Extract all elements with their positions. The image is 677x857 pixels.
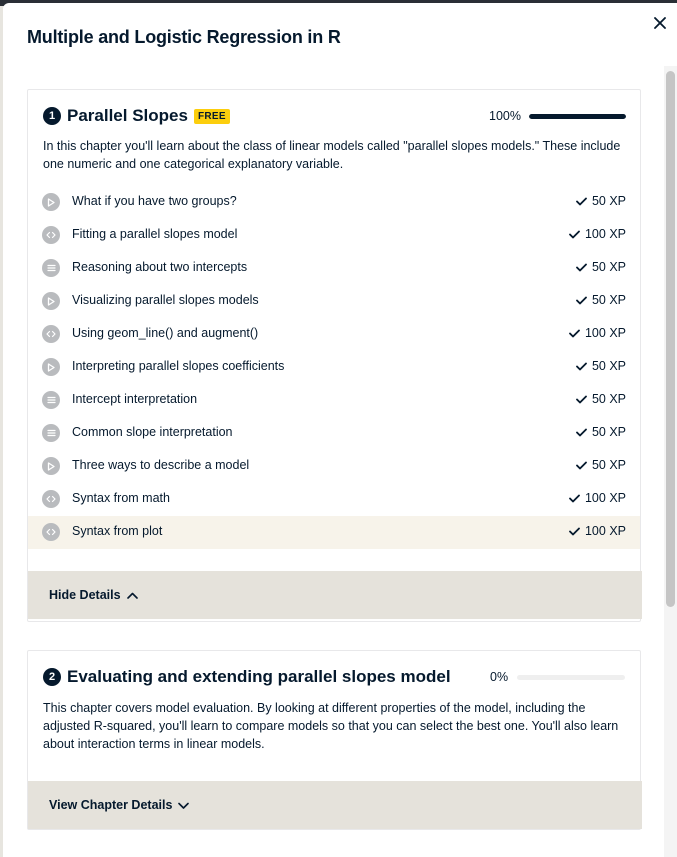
exercise-row[interactable]: Syntax from math 100 XP [28, 483, 640, 516]
exercise-row[interactable]: Interpreting parallel slopes coefficient… [28, 351, 640, 384]
exercise-name: Intercept interpretation [72, 392, 198, 406]
exercise-name: What if you have two groups? [72, 194, 237, 208]
xp-value: 100 XP [584, 491, 626, 505]
exercise-name: Interpreting parallel slopes coefficient… [72, 359, 285, 373]
multiple-choice-icon [42, 391, 60, 409]
xp-value: 100 XP [584, 524, 626, 538]
exercise-row[interactable]: Fitting a parallel slopes model 100 XP [28, 219, 640, 252]
exercise-name: Common slope interpretation [72, 425, 233, 439]
exercise-xp: 50 XP [576, 293, 626, 307]
progress-bar [517, 674, 626, 680]
checkmark-icon [576, 197, 587, 205]
checkmark-icon [569, 527, 580, 535]
exercise-name: Syntax from plot [72, 524, 163, 538]
close-button[interactable] [648, 11, 672, 35]
exercise-xp: 100 XP [569, 326, 626, 340]
modal-title: Multiple and Logistic Regression in R [27, 27, 341, 47]
code-icon [42, 523, 60, 541]
code-icon [42, 325, 60, 343]
chapter-card: 1 Parallel Slopes FREE 100% In this chap… [27, 89, 642, 622]
exercise-name: Reasoning about two intercepts [72, 260, 248, 274]
chapter-number: 2 [43, 668, 61, 686]
exercise-row[interactable]: Using geom_line() and augment() 100 XP [28, 318, 640, 351]
details-label: View Chapter Details [49, 798, 173, 812]
free-badge: FREE [193, 108, 230, 124]
checkmark-icon [576, 395, 587, 403]
course-outline-modal: Multiple and Logistic Regression in R 1 … [3, 3, 677, 857]
exercise-name: Three ways to describe a model [72, 458, 250, 472]
exercise-xp: 50 XP [576, 392, 626, 406]
exercise-xp: 50 XP [576, 458, 626, 472]
code-icon [42, 226, 60, 244]
exercise-xp: 50 XP [576, 260, 626, 274]
multiple-choice-icon [42, 259, 60, 277]
exercise-row[interactable]: Visualizing parallel slopes models 50 XP [28, 285, 640, 318]
progress-label: 0% [490, 670, 509, 684]
video-icon [42, 457, 60, 475]
chapter-card: 2 Evaluating and extending parallel slop… [27, 650, 642, 830]
checkmark-icon [576, 263, 587, 271]
checkmark-icon [569, 230, 580, 238]
exercise-list: What if you have two groups? 50 XP Fitting… [28, 186, 640, 549]
details-label: Hide Details [49, 588, 121, 602]
chapter-progress: 0% [490, 667, 626, 687]
checkmark-icon [576, 296, 587, 304]
chapter-title[interactable]: Parallel Slopes [67, 106, 188, 126]
exercise-row[interactable]: Intercept interpretation 50 XP [28, 384, 640, 417]
progress-fill [528, 113, 626, 119]
exercise-xp: 100 XP [569, 524, 626, 538]
chevron-up-icon [126, 592, 138, 599]
exercise-name: Using geom_line() and augment() [72, 326, 259, 340]
xp-value: 50 XP [591, 260, 626, 274]
checkmark-icon [569, 329, 580, 337]
chevron-down-icon [178, 802, 190, 809]
chapter-title[interactable]: Evaluating and extending parallel slopes… [67, 667, 451, 687]
exercise-name: Syntax from math [72, 491, 170, 505]
xp-value: 100 XP [584, 227, 626, 241]
checkmark-icon [576, 428, 587, 436]
xp-value: 50 XP [591, 425, 626, 439]
chapter-number: 1 [43, 107, 61, 125]
exercise-row[interactable]: What if you have two groups? 50 XP [28, 186, 640, 219]
checkmark-icon [569, 494, 580, 502]
multiple-choice-icon [42, 424, 60, 442]
chapter-header: 2 Evaluating and extending parallel slop… [43, 667, 626, 687]
progress-label: 100% [489, 109, 521, 123]
video-icon [42, 292, 60, 310]
view-chapter-details-button[interactable]: View Chapter Details [28, 781, 642, 829]
video-icon [42, 193, 60, 211]
exercise-name: Fitting a parallel slopes model [72, 227, 238, 241]
exercise-xp: 100 XP [569, 227, 626, 241]
exercise-row[interactable]: Syntax from plot 100 XP [28, 516, 640, 549]
exercise-xp: 100 XP [569, 491, 626, 505]
chapters-scroll-area: 1 Parallel Slopes FREE 100% In this chap… [3, 65, 677, 857]
checkmark-icon [576, 362, 587, 370]
progress-bar [528, 113, 626, 119]
xp-value: 50 XP [591, 359, 626, 373]
chapter-description: This chapter covers model evaluation. By… [43, 701, 619, 751]
exercise-xp: 50 XP [576, 359, 626, 373]
exercise-row[interactable]: Common slope interpretation 50 XP [28, 417, 640, 450]
checkmark-icon [576, 461, 587, 469]
xp-value: 50 XP [591, 458, 626, 472]
xp-value: 50 XP [591, 293, 626, 307]
exercise-row[interactable]: Reasoning about two intercepts 50 XP [28, 252, 640, 285]
xp-value: 50 XP [591, 392, 626, 406]
xp-value: 50 XP [591, 194, 626, 208]
exercise-xp: 50 XP [576, 194, 626, 208]
code-icon [42, 490, 60, 508]
close-icon [654, 17, 666, 29]
hide-details-button[interactable]: Hide Details [28, 571, 642, 619]
chapter-progress: 100% [489, 106, 626, 126]
exercise-name: Visualizing parallel slopes models [72, 293, 259, 307]
xp-value: 100 XP [584, 326, 626, 340]
exercise-xp: 50 XP [576, 425, 626, 439]
chapter-description: In this chapter you'll learn about the c… [43, 139, 621, 171]
exercise-row[interactable]: Three ways to describe a model 50 XP [28, 450, 640, 483]
video-icon [42, 358, 60, 376]
chapter-header: 1 Parallel Slopes FREE 100% [43, 106, 626, 126]
